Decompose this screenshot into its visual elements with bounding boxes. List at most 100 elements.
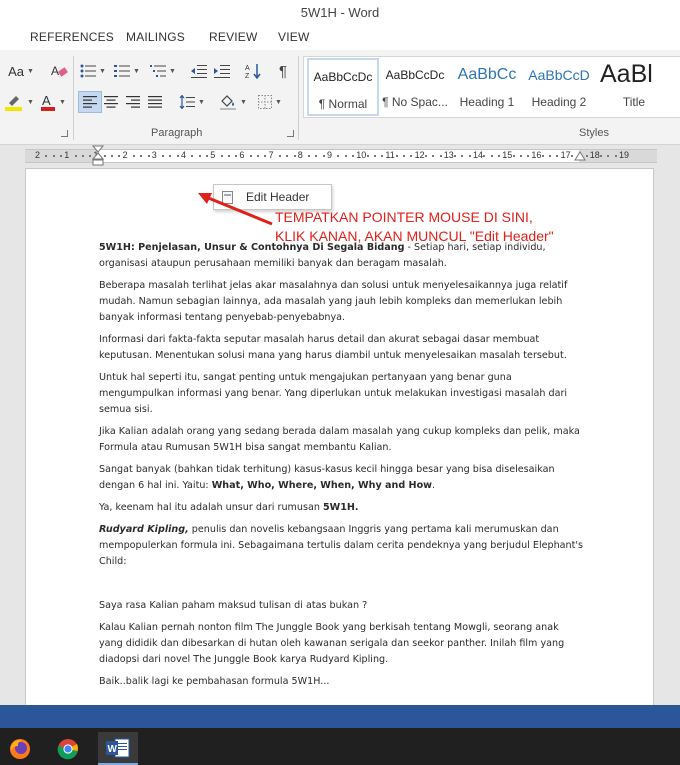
- paint-bucket-icon: [220, 95, 237, 110]
- sort-icon[interactable]: AZ: [242, 60, 264, 82]
- align-center-icon[interactable]: [100, 91, 122, 113]
- window-title: 5W1H - Word: [0, 0, 680, 26]
- right-indent-marker-icon[interactable]: [574, 151, 586, 163]
- ruler-tick: [483, 155, 486, 157]
- show-formatting-marks-icon[interactable]: ¶: [272, 60, 294, 82]
- chrome-icon[interactable]: [48, 732, 88, 765]
- ruler-tick: [344, 155, 347, 157]
- style-normal[interactable]: AaBbCcDc ¶ Normal: [307, 58, 379, 116]
- align-right-icon[interactable]: [122, 91, 144, 113]
- style-no-spacing-name: ¶ No Spac...: [382, 95, 448, 109]
- borders-icon: [258, 95, 273, 109]
- ruler-tick: [249, 155, 252, 157]
- ruler-tick: [468, 155, 471, 157]
- taskbar: W: [0, 728, 680, 765]
- paragraph-dialog-launcher-icon[interactable]: [287, 130, 294, 137]
- decrease-indent-icon[interactable]: [188, 60, 210, 82]
- firefox-icon[interactable]: [0, 732, 40, 765]
- style-heading-2[interactable]: AaBbCcD Heading 2: [523, 58, 595, 116]
- ruler-tick: [351, 155, 354, 157]
- ruler-tick: [176, 155, 179, 157]
- annotation-arrow-icon: [198, 193, 273, 226]
- style-heading-2-name: Heading 2: [531, 95, 587, 109]
- status-bar: [0, 705, 680, 728]
- ruler-tick: [549, 155, 551, 157]
- word-icon[interactable]: W: [98, 732, 138, 765]
- paragraph: Informasi dari fakta-fakta seputar masal…: [99, 334, 567, 361]
- ruler-tick: [140, 155, 143, 157]
- svg-text:W: W: [108, 744, 118, 755]
- annotation-line-1: TEMPATKAN POINTER MOUSE DI SINI,: [275, 209, 533, 225]
- change-case-button[interactable]: Aa ▼: [6, 60, 36, 82]
- shading-button[interactable]: ▼: [216, 91, 250, 113]
- ruler-tick: [512, 155, 515, 157]
- ruler-tick-label: 15: [502, 150, 513, 160]
- clear-formatting-icon[interactable]: A: [47, 60, 71, 82]
- ruler-tick: [556, 155, 559, 157]
- highlight-color-button[interactable]: ▼: [2, 91, 36, 113]
- style-title[interactable]: AaBl Title: [595, 58, 680, 116]
- highlighter-icon: [5, 96, 23, 111]
- tab-references[interactable]: REFERENCES: [30, 30, 114, 44]
- ruler-tick-label: 8: [297, 150, 303, 160]
- font-dialog-launcher-icon[interactable]: [61, 130, 68, 137]
- paragraph: Rudyard Kipling, penulis dan novelis keb…: [99, 522, 584, 570]
- ruler-tick-label: 17: [560, 150, 571, 160]
- styles-group-label: Styles: [579, 127, 609, 139]
- ruler-tick: [315, 155, 318, 157]
- bullets-button[interactable]: ▼: [79, 60, 107, 82]
- style-heading-1[interactable]: AaBbCc Heading 1: [451, 58, 523, 116]
- paragraph-group-label: Paragraph: [151, 127, 203, 139]
- borders-button[interactable]: ▼: [253, 91, 287, 113]
- ruler-tick: [461, 155, 464, 157]
- empty-paragraph: [99, 576, 584, 598]
- paragraph: Untuk hal seperti itu, sangat penting un…: [99, 372, 568, 415]
- ruler-tick: [257, 155, 259, 157]
- numbering-button[interactable]: ▼: [112, 60, 142, 82]
- ruler-tick: [570, 155, 573, 157]
- ruler-tick-label: 3: [151, 150, 157, 160]
- ruler-tick: [147, 155, 150, 157]
- ruler-tick: [191, 155, 194, 157]
- svg-text:A: A: [42, 93, 51, 108]
- ruler-tick-label: 12: [414, 150, 425, 160]
- align-left-icon[interactable]: [78, 91, 102, 113]
- ruler-tick: [81, 155, 84, 157]
- ruler-area: 2112345678910111213141516171819: [0, 145, 680, 167]
- multilevel-list-icon: [150, 65, 167, 77]
- ruler-tick: [205, 155, 208, 157]
- ruler-tick: [235, 155, 238, 157]
- style-no-spacing-sample: AaBbCcDc: [385, 68, 445, 82]
- ruler-tick-label: 4: [181, 150, 187, 160]
- font-color-button[interactable]: A ▼: [37, 91, 69, 113]
- ruler-tick: [337, 155, 340, 157]
- font-color-icon: A: [41, 93, 56, 111]
- ribbon: Aa ▼ A ▼ A ▼ ▼ ▼ ▼ AZ ¶ ▼ ▼ ▼ Paragraph …: [0, 50, 680, 145]
- indent-markers-icon[interactable]: [92, 145, 104, 167]
- ruler-tick-label: 11: [385, 150, 395, 160]
- ruler-tick-label: 9: [327, 150, 333, 160]
- ruler-tick: [614, 155, 617, 157]
- ruler-tick: [227, 155, 230, 157]
- ruler-tick-label: 2: [122, 150, 128, 160]
- ruler-tick: [132, 155, 135, 157]
- paragraph-text: .: [432, 480, 436, 491]
- tab-review[interactable]: REVIEW: [209, 30, 258, 44]
- paragraph: Baik..balik lagi ke pembahasan formula 5…: [99, 676, 330, 687]
- multilevel-list-button[interactable]: ▼: [147, 60, 179, 82]
- justify-icon[interactable]: [144, 91, 166, 113]
- ruler-tick: [278, 155, 281, 157]
- increase-indent-icon[interactable]: [211, 60, 233, 82]
- tab-view[interactable]: VIEW: [278, 30, 309, 44]
- tab-mailings[interactable]: MAILINGS: [126, 30, 185, 44]
- ruler-tick: [519, 155, 522, 157]
- ruler-tick: [424, 155, 427, 157]
- horizontal-ruler[interactable]: 2112345678910111213141516171819: [25, 149, 657, 163]
- line-spacing-button[interactable]: ▼: [175, 91, 209, 113]
- document-body[interactable]: 5W1H: Penjelasan, Unsur & Contohnya Di S…: [99, 240, 584, 696]
- style-no-spacing[interactable]: AaBbCcDc ¶ No Spac...: [379, 58, 451, 116]
- ruler-tick: [432, 155, 435, 157]
- ruler-tick: [454, 155, 457, 157]
- ruler-tick: [600, 155, 603, 157]
- ruler-tick: [162, 155, 165, 157]
